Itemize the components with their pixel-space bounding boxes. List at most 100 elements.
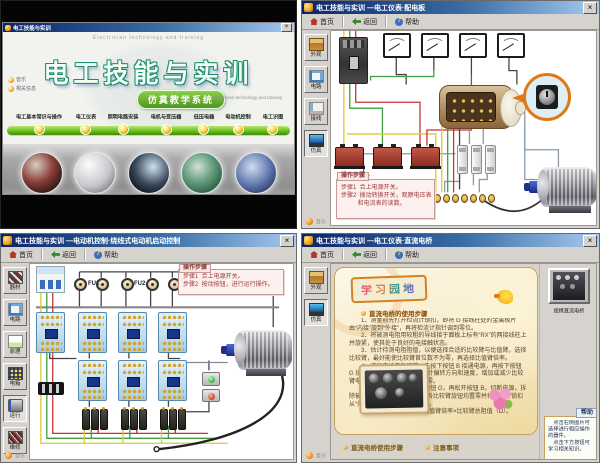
help-note-box: 帮助 点击右侧图片可选择进行相应操作的器件。 点击下方按钮可学习相关知识。: [544, 416, 597, 460]
info-ball-icon: [8, 86, 14, 92]
bullet-icon: [425, 445, 430, 450]
switch-contact-band: [446, 92, 496, 122]
home-icon: [9, 251, 17, 258]
menu-item-machines[interactable]: 电机与变压器: [148, 112, 184, 135]
stop-button[interactable]: [202, 389, 220, 403]
contactor-km6: [118, 360, 147, 401]
sphere-bullet-icon: [118, 124, 129, 135]
back-button[interactable]: 返回: [347, 15, 382, 29]
link-usage-steps[interactable]: 直流电桥使用步骤: [343, 442, 403, 452]
sidebar-item-equipment[interactable]: 器材: [3, 267, 27, 294]
music-toggle[interactable]: 音乐: [306, 217, 327, 226]
sidebar-item-repair[interactable]: 维修: [3, 427, 27, 454]
sidebar-item-simulation[interactable]: 仿真: [304, 299, 328, 326]
back-button[interactable]: 返回: [347, 248, 382, 262]
motor-photo-thumb[interactable]: [181, 152, 223, 194]
sidebar-item-run[interactable]: 运行: [3, 395, 27, 422]
right-column: 便携直流电桥 帮助 点击右侧图片可选择进行相应操作的器件。 点击下方按钮可学习相…: [539, 264, 596, 459]
music-toggle[interactable]: 音乐: [306, 451, 327, 460]
menu-item-motorcontrol[interactable]: 电动机控制: [223, 112, 253, 135]
info-link[interactable]: 相关信息: [8, 85, 36, 92]
menu-item-lowvoltage[interactable]: 低压电器: [192, 112, 216, 135]
fuse-4: [146, 278, 159, 291]
sidebar: 外观 仿真: [302, 263, 330, 462]
close-button[interactable]: ×: [583, 235, 597, 247]
parts-photo-thumb[interactable]: [235, 152, 277, 194]
motor-ribs: [242, 332, 288, 368]
help-button[interactable]: 帮助: [390, 15, 424, 29]
motor-endcap: [537, 170, 549, 202]
close-button[interactable]: ×: [280, 235, 294, 247]
splash-window: 电工技能与实训 × Electrician technology and tra…: [2, 22, 295, 195]
sidebar-item-simulation[interactable]: 仿真: [304, 130, 328, 157]
fuse-link-2: [471, 145, 482, 174]
music-toggle[interactable]: 音乐: [8, 76, 36, 83]
circuit-breaker[interactable]: [339, 37, 368, 84]
steps-header: 操作步骤: [179, 264, 211, 273]
toolbar: 首页 返回 帮助: [302, 14, 599, 30]
circuit-icon: [8, 303, 23, 316]
sidebar-item-wiring[interactable]: 接线: [304, 98, 328, 125]
toolbar: 首页 返回 帮助: [302, 247, 599, 263]
sidebar-item-circuit[interactable]: 电路: [304, 66, 328, 93]
home-icon: [310, 18, 318, 25]
motor[interactable]: [529, 167, 597, 213]
bridge-thumb-image: [553, 272, 585, 300]
motor[interactable]: [226, 330, 292, 376]
help-button[interactable]: 帮助: [89, 248, 123, 262]
motor-endcap: [234, 333, 246, 365]
music-ball-icon: [306, 452, 313, 459]
music-ball-icon: [5, 452, 12, 459]
splash-screenshot: 电工技能与实训 × Electrician technology and tra…: [0, 0, 297, 229]
circuit-breaker[interactable]: [36, 266, 65, 293]
menu-item-diagrams[interactable]: 电工识图: [261, 112, 285, 135]
link-precautions[interactable]: 注意事项: [425, 442, 459, 452]
motor-base: [246, 369, 286, 376]
pushbutton-station[interactable]: [202, 372, 220, 402]
menu-item-lighting[interactable]: 照明电路安装: [105, 112, 141, 135]
menu-item-instruments[interactable]: 电工仪表: [74, 112, 98, 135]
knob-magnifier-callout[interactable]: [523, 73, 571, 121]
back-arrow-icon: [51, 251, 60, 258]
contactor-km4: [158, 312, 187, 353]
subtitle-english: Electrician technology and training: [213, 95, 282, 100]
close-button[interactable]: ×: [281, 23, 292, 32]
starting-resistor: [169, 409, 177, 430]
music-toggle[interactable]: 音乐: [5, 451, 26, 460]
toolbar-separator: [342, 16, 344, 27]
sidebar-item-circuit[interactable]: 电路: [3, 299, 27, 326]
close-button[interactable]: ×: [583, 2, 597, 14]
sidebar-item-panel-box[interactable]: 电箱: [3, 363, 27, 390]
knife-switch[interactable]: [38, 382, 64, 395]
back-button[interactable]: 返回: [46, 248, 81, 262]
menu-item-basics[interactable]: 电工基本常识与操作: [12, 112, 66, 135]
sphere-bullet-icon: [267, 124, 278, 135]
thumbnail-band: 研制：大连海事大学信息工程学院信息教育技术研究所 出版：高等教育出版社 高等教育…: [3, 144, 294, 194]
operation-steps-box: 操作步骤 步骤1 合上电源开关。 步骤2 按动按钮，进行运行操作。: [178, 269, 284, 295]
steps-text: 步骤1 合上电源开关。 步骤2 拨动转换开关，观察电压表 和电流表的读数。: [341, 184, 432, 216]
meter-photo-thumb[interactable]: [74, 152, 116, 194]
sidebar-item-appearance[interactable]: 外观: [304, 267, 328, 294]
changeover-switch[interactable]: [439, 85, 513, 129]
home-button[interactable]: 首页: [305, 15, 339, 29]
app-icon: [5, 25, 11, 31]
home-button[interactable]: 首页: [4, 248, 38, 262]
window-title: 电工技能与实训 —电动机控制·绕线式电动机启动控制: [15, 236, 280, 246]
contactor-km2: [78, 312, 107, 353]
sidebar-item-appearance[interactable]: 外观: [304, 34, 328, 61]
main-title: 电工技能与实训: [3, 54, 294, 90]
window-title: 电工技能与实训 —电工仪表·配电板: [316, 3, 583, 13]
help-tab: 帮助: [576, 408, 597, 418]
help-button[interactable]: 帮助: [390, 248, 424, 262]
box-icon: [309, 38, 324, 51]
home-button[interactable]: 首页: [305, 248, 339, 262]
sidebar: 器材 电路 原理 电箱 运行 维修: [1, 263, 29, 462]
component-photo-thumb[interactable]: [128, 152, 170, 194]
start-button[interactable]: [202, 372, 220, 386]
bridge-thumbnail[interactable]: [548, 268, 590, 304]
sidebar-item-principle[interactable]: 原理: [3, 331, 27, 358]
wires-photo-thumb[interactable]: [21, 152, 63, 194]
monitor-icon: [309, 303, 324, 316]
sphere-bullet-icon: [34, 124, 45, 135]
sphere-bullet-icon: [80, 124, 91, 135]
